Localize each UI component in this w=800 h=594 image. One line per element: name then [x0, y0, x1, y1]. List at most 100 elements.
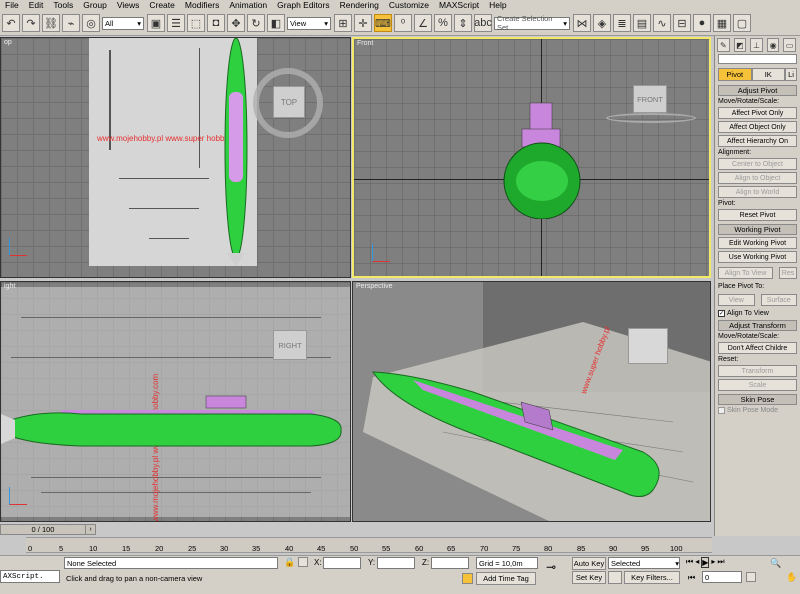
align-to-view-checkbox[interactable]: ✓ [718, 310, 725, 317]
named-selection-set-dropdown[interactable]: Create Selection Set ▾ [494, 14, 570, 32]
menu-views[interactable]: Views [112, 0, 145, 11]
go-to-end-icon[interactable]: ⏭ [717, 557, 724, 568]
play-icon[interactable]: ▶ [701, 557, 710, 568]
reset-scale-button[interactable]: Scale [718, 379, 797, 391]
rollout-adjust-transform[interactable]: Adjust Transform [718, 320, 797, 331]
spinner-snap-icon[interactable]: ⇕ [454, 14, 472, 32]
align-to-object-button[interactable]: Align to Object [718, 172, 797, 184]
chevron-right-icon[interactable]: › [85, 525, 95, 534]
undo-icon[interactable]: ↶ [2, 14, 20, 32]
hierarchy-tab-icon[interactable]: ⊥ [750, 38, 763, 52]
viewcube-right-face[interactable]: RIGHT [273, 330, 307, 360]
viewport-top[interactable]: op www.mojehobby.pl www.super hobby.com … [0, 37, 351, 278]
align-icon[interactable]: ◈ [593, 14, 611, 32]
menu-animation[interactable]: Animation [224, 0, 272, 11]
menu-help[interactable]: Help [484, 0, 511, 11]
create-tab-icon[interactable]: ✎ [717, 38, 730, 52]
menu-rendering[interactable]: Rendering [335, 0, 384, 11]
viewport-front[interactable]: Front FRONT [352, 37, 711, 278]
absolute-mode-icon[interactable] [298, 557, 308, 567]
menu-file[interactable]: File [0, 0, 24, 11]
pan-view-icon[interactable]: ✋ [786, 572, 797, 583]
time-slider[interactable]: 0 / 100 › [0, 524, 96, 535]
auto-key-button[interactable]: Auto Key [572, 557, 606, 570]
rendered-frame-window-icon[interactable]: ▢ [733, 14, 751, 32]
previous-frame-icon[interactable]: ◂ [695, 557, 699, 568]
align-to-view-button[interactable]: Align To View [718, 267, 773, 279]
reset-transform-button[interactable]: Transform [718, 365, 797, 377]
affect-hierarchy-only-button[interactable]: Affect Hierarchy On [718, 135, 797, 147]
current-frame-field[interactable]: 0 [702, 571, 742, 583]
time-configuration-icon[interactable] [746, 572, 756, 582]
key-icon[interactable]: ⊸ [546, 560, 556, 574]
keyboard-shortcut-override-icon[interactable]: ⌨ [374, 14, 392, 32]
percent-snap-icon[interactable]: % [434, 14, 452, 32]
pivot-center-icon[interactable]: ⊞ [334, 14, 352, 32]
reset-wp-button[interactable]: Res [779, 267, 797, 279]
menu-graph-editors[interactable]: Graph Editors [272, 0, 334, 11]
tab-link-info[interactable]: Li [785, 68, 797, 81]
viewport-right[interactable]: ight www.mojehobby.pl www.super hobby.co… [0, 281, 351, 522]
viewport-label-perspective[interactable]: Perspective [356, 283, 393, 290]
place-pivot-view-button[interactable]: View [718, 294, 755, 306]
use-working-pivot-button[interactable]: Use Working Pivot [718, 251, 797, 263]
menu-modifiers[interactable]: Modifiers [180, 0, 224, 11]
rotate-icon[interactable]: ↻ [247, 14, 265, 32]
viewcube-ring[interactable] [606, 113, 696, 123]
menu-edit[interactable]: Edit [24, 0, 49, 11]
selection-filter-dropdown[interactable]: All ▾ [102, 16, 144, 30]
motion-tab-icon[interactable]: ◉ [766, 38, 780, 52]
next-frame-icon[interactable]: ▸ [711, 557, 715, 568]
zoom-icon[interactable]: 🔍 [770, 558, 781, 569]
viewport-label-top[interactable]: op [4, 39, 12, 46]
graphite-ribbon-icon[interactable]: ▤ [633, 14, 651, 32]
window-crossing-icon[interactable]: ◘ [207, 14, 225, 32]
region-select-icon[interactable]: ⬚ [187, 14, 205, 32]
center-to-object-button[interactable]: Center to Object [718, 158, 797, 170]
redo-icon[interactable]: ↷ [22, 14, 40, 32]
viewcube-front-face[interactable]: FRONT [633, 85, 667, 113]
key-mode-dropdown[interactable]: Selected ▾ [608, 557, 680, 569]
skin-pose-mode-checkbox[interactable] [718, 407, 725, 414]
angle-snap-icon[interactable]: ∠ [414, 14, 432, 32]
go-to-start-icon[interactable]: ⏮ [686, 557, 693, 568]
reference-coordinate-dropdown[interactable]: View ▾ [287, 16, 331, 30]
align-to-view-checkbox-row[interactable]: ✓ Align To View [718, 310, 797, 317]
material-editor-icon[interactable]: ● [693, 14, 711, 32]
rollout-working-pivot[interactable]: Working Pivot [718, 224, 797, 235]
render-setup-icon[interactable]: ▦ [713, 14, 731, 32]
curve-editor-icon[interactable]: ∿ [653, 14, 671, 32]
unlink-icon[interactable]: ⌁ [62, 14, 80, 32]
y-coordinate-field[interactable] [377, 557, 415, 569]
affect-object-only-button[interactable]: Affect Object Only [718, 121, 797, 133]
rollout-skin-pose[interactable]: Skin Pose [718, 394, 797, 405]
menu-customize[interactable]: Customize [384, 0, 434, 11]
move-icon[interactable]: ✥ [227, 14, 245, 32]
align-to-world-button[interactable]: Align to World [718, 186, 797, 198]
menu-maxscript[interactable]: MAXScript [434, 0, 484, 11]
viewport-label-front[interactable]: Front [357, 40, 373, 47]
time-tag-icon[interactable] [462, 573, 473, 584]
display-tab-icon[interactable]: ▭ [783, 38, 796, 52]
key-filters-button[interactable]: Key Filters... [624, 571, 680, 584]
menu-tools[interactable]: Tools [48, 0, 78, 11]
menu-create[interactable]: Create [144, 0, 180, 11]
mirror-icon[interactable]: ⋈ [573, 14, 591, 32]
select-object-icon[interactable]: ▣ [147, 14, 165, 32]
select-by-name-icon[interactable]: ☰ [167, 14, 185, 32]
dont-affect-children-button[interactable]: Don't Affect Childre [718, 342, 797, 354]
snap-3d-icon[interactable]: ⁰ [394, 14, 412, 32]
edit-named-selection-icon[interactable]: abc [474, 14, 492, 32]
modify-tab-icon[interactable]: ◩ [733, 38, 747, 52]
scale-icon[interactable]: ◧ [267, 14, 285, 32]
object-name-field[interactable] [718, 54, 797, 64]
z-coordinate-field[interactable] [431, 557, 469, 569]
link-icon[interactable]: ⛓ [42, 14, 60, 32]
select-manipulate-icon[interactable]: ✛ [354, 14, 372, 32]
reset-pivot-button[interactable]: Reset Pivot [718, 209, 797, 221]
place-pivot-surface-button[interactable]: Surface [760, 294, 797, 306]
key-mode-toggle-icon[interactable]: ⏮ [688, 573, 695, 583]
maxscript-listener[interactable]: AXScript. [0, 570, 60, 583]
viewcube-top-face[interactable]: TOP [273, 86, 305, 118]
tab-ik[interactable]: IK [751, 68, 785, 81]
